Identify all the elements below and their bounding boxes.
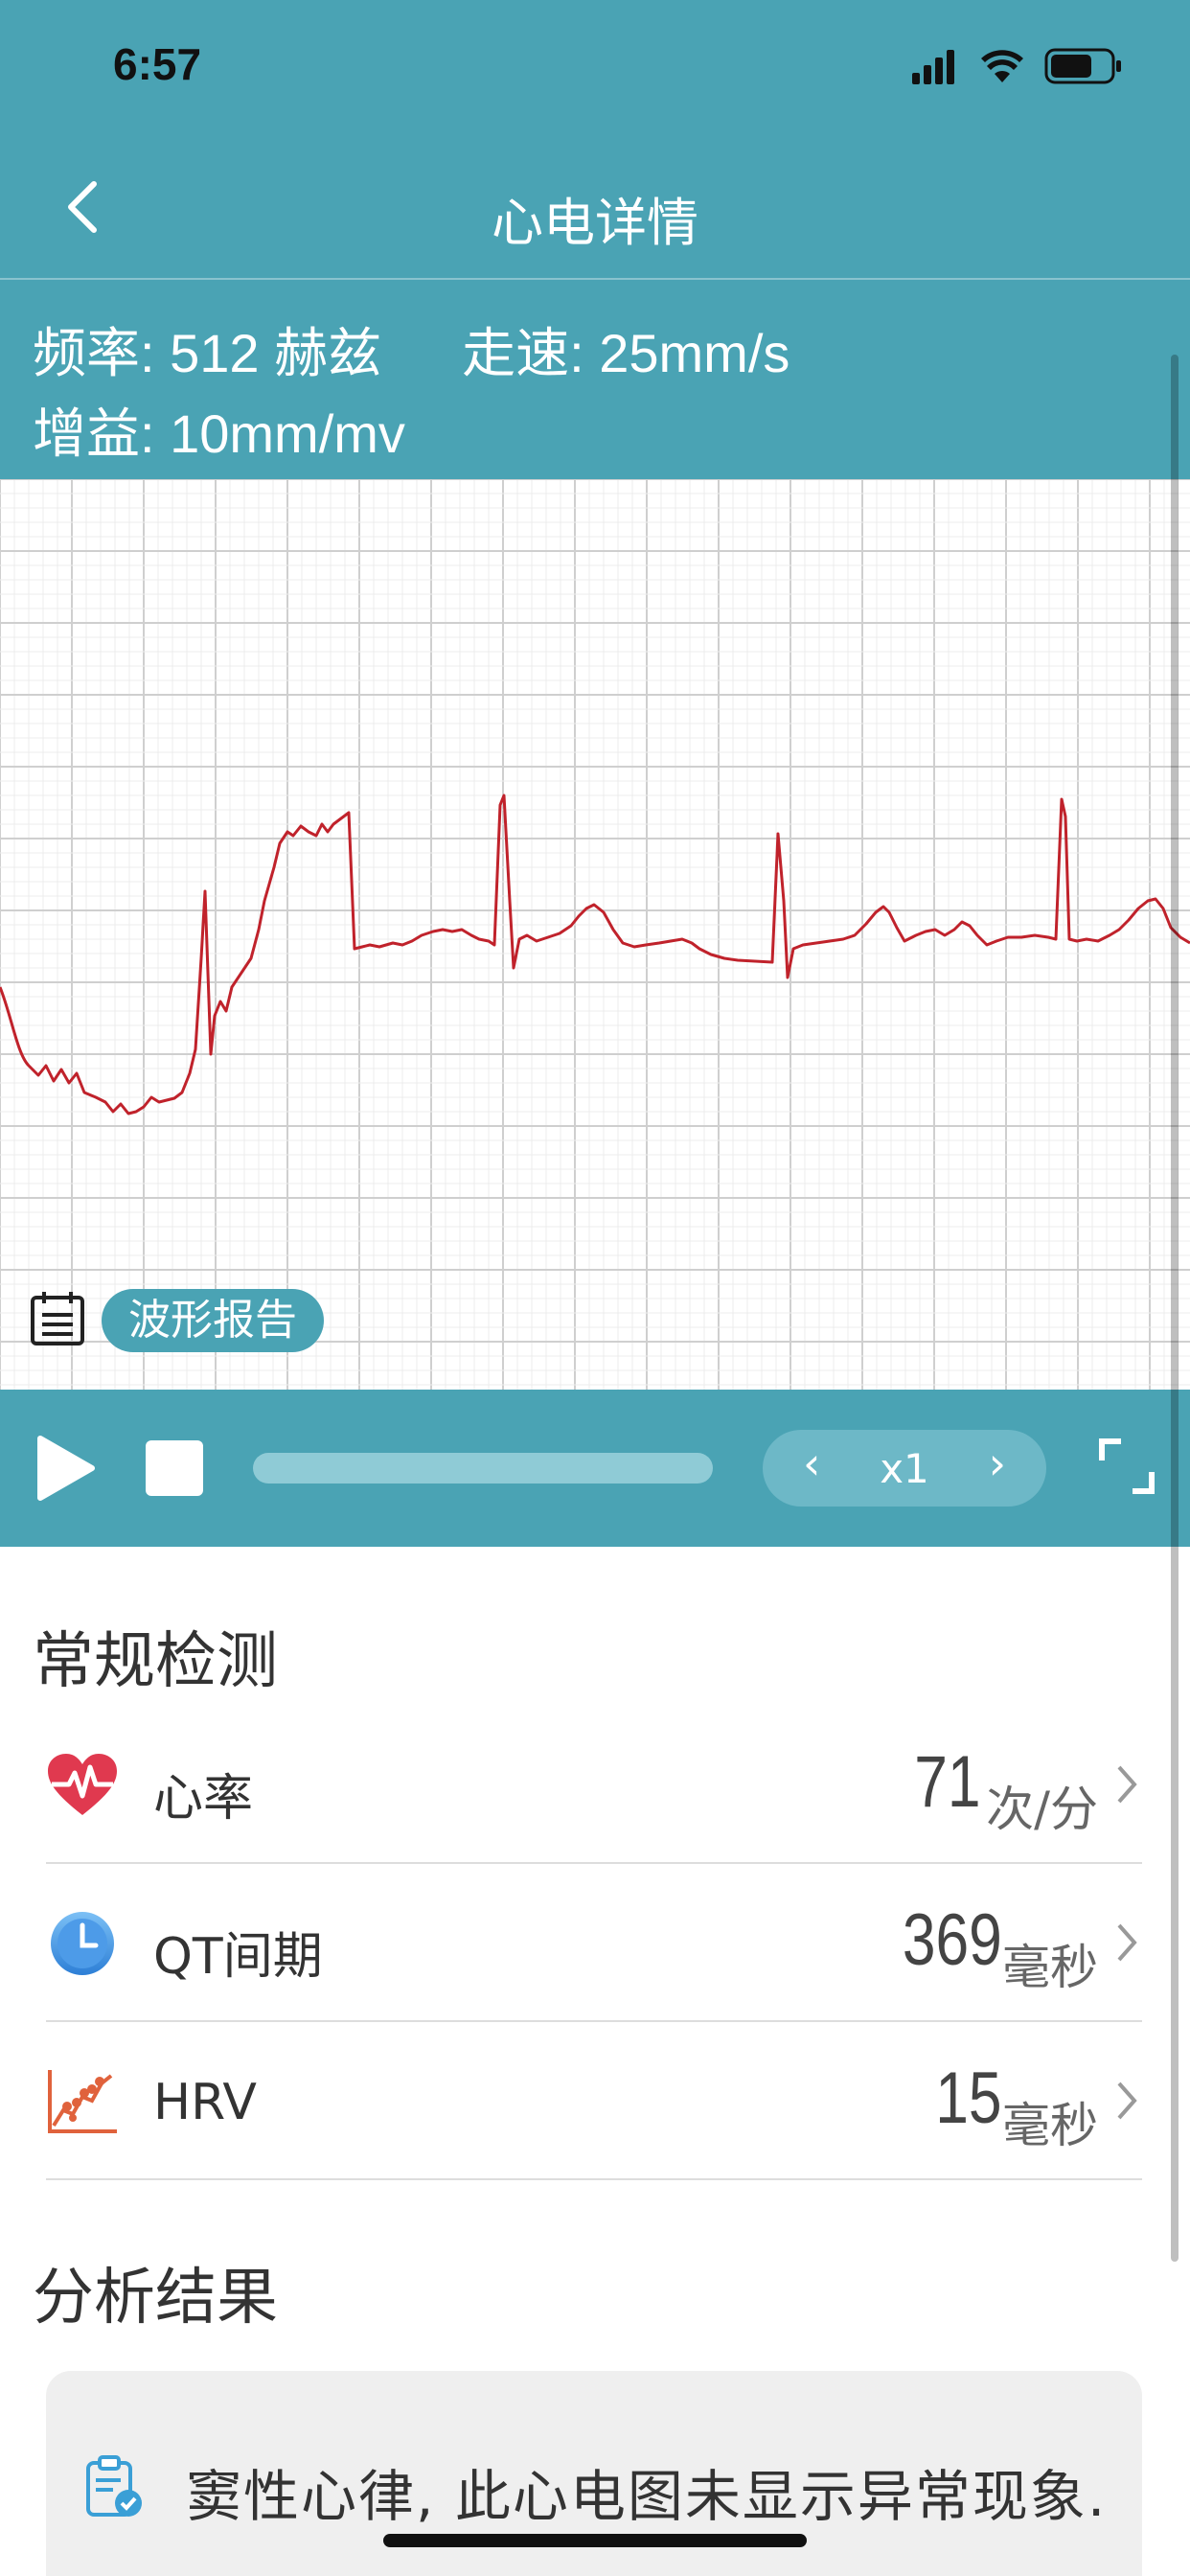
ecg-chart bbox=[0, 479, 1190, 1390]
report-list-icon[interactable] bbox=[29, 1290, 86, 1347]
ecg-trace bbox=[0, 794, 1190, 1116]
analysis-result-text: 窦性心律, 此心电图未显示异常现象. bbox=[186, 2464, 1108, 2529]
chevron-right-icon bbox=[1117, 1765, 1137, 1804]
chevron-right-icon bbox=[1117, 1923, 1137, 1962]
heart-rate-icon bbox=[48, 1754, 117, 1815]
fullscreen-icon[interactable] bbox=[1098, 1438, 1156, 1495]
hrv-label: HRV bbox=[153, 2074, 257, 2131]
speed-increase-button[interactable]: › bbox=[989, 1438, 1006, 1489]
clipboard-check-icon bbox=[86, 2455, 142, 2517]
status-icons bbox=[912, 48, 1121, 84]
chevron-right-icon bbox=[1117, 2082, 1137, 2120]
playback-progress-bar[interactable] bbox=[253, 1453, 713, 1484]
signal-icon bbox=[912, 50, 954, 84]
stop-button[interactable] bbox=[146, 1440, 203, 1496]
speed-control: ‹ x1 › bbox=[763, 1430, 1046, 1506]
qt-interval-label: QT间期 bbox=[153, 1928, 323, 1986]
heart-rate-unit: 次/分 bbox=[986, 1782, 1098, 1837]
heart-rate-label: 心率 bbox=[153, 1770, 254, 1828]
battery-icon bbox=[1044, 48, 1121, 84]
hrv-value: 15 bbox=[935, 2058, 1002, 2139]
qt-interval-unit: 毫秒 bbox=[1002, 1940, 1098, 1995]
speed-text: 走速: 25mm/s bbox=[462, 323, 790, 383]
status-bar: 6:57 bbox=[0, 0, 1190, 126]
list-item-qt-interval[interactable]: QT间期 369 毫秒 bbox=[46, 1864, 1142, 2022]
list-item-hrv[interactable]: HRV 15 毫秒 bbox=[46, 2022, 1142, 2180]
home-indicator[interactable] bbox=[383, 2534, 807, 2547]
scrollbar[interactable] bbox=[1171, 355, 1179, 2262]
play-icon[interactable] bbox=[34, 1435, 96, 1502]
ecg-waveform-area[interactable] bbox=[0, 479, 1190, 1390]
page-title: 心电详情 bbox=[492, 193, 698, 253]
clock-icon bbox=[51, 1912, 114, 1975]
heart-rate-value: 71 bbox=[914, 1741, 981, 1823]
regular-detection-title: 常规检测 bbox=[33, 1626, 278, 1697]
qt-interval-value: 369 bbox=[903, 1899, 1002, 1981]
wifi-icon bbox=[981, 50, 1023, 82]
hrv-chart-icon bbox=[48, 2070, 117, 2133]
analysis-result-title: 分析结果 bbox=[33, 2263, 278, 2334]
list-item-heart-rate[interactable]: 心率 71 次/分 bbox=[46, 1706, 1142, 1864]
gain-text: 增益: 10mm/mv bbox=[33, 403, 405, 464]
waveform-report-button[interactable]: 波形报告 bbox=[102, 1289, 324, 1352]
hrv-unit: 毫秒 bbox=[1002, 2098, 1098, 2153]
status-time: 6:57 bbox=[113, 39, 202, 89]
ecg-info-panel: 频率: 512 赫兹 走速: 25mm/s 增益: 10mm/mv bbox=[0, 280, 1190, 479]
frequency-text: 频率: 512 赫兹 bbox=[33, 323, 382, 383]
